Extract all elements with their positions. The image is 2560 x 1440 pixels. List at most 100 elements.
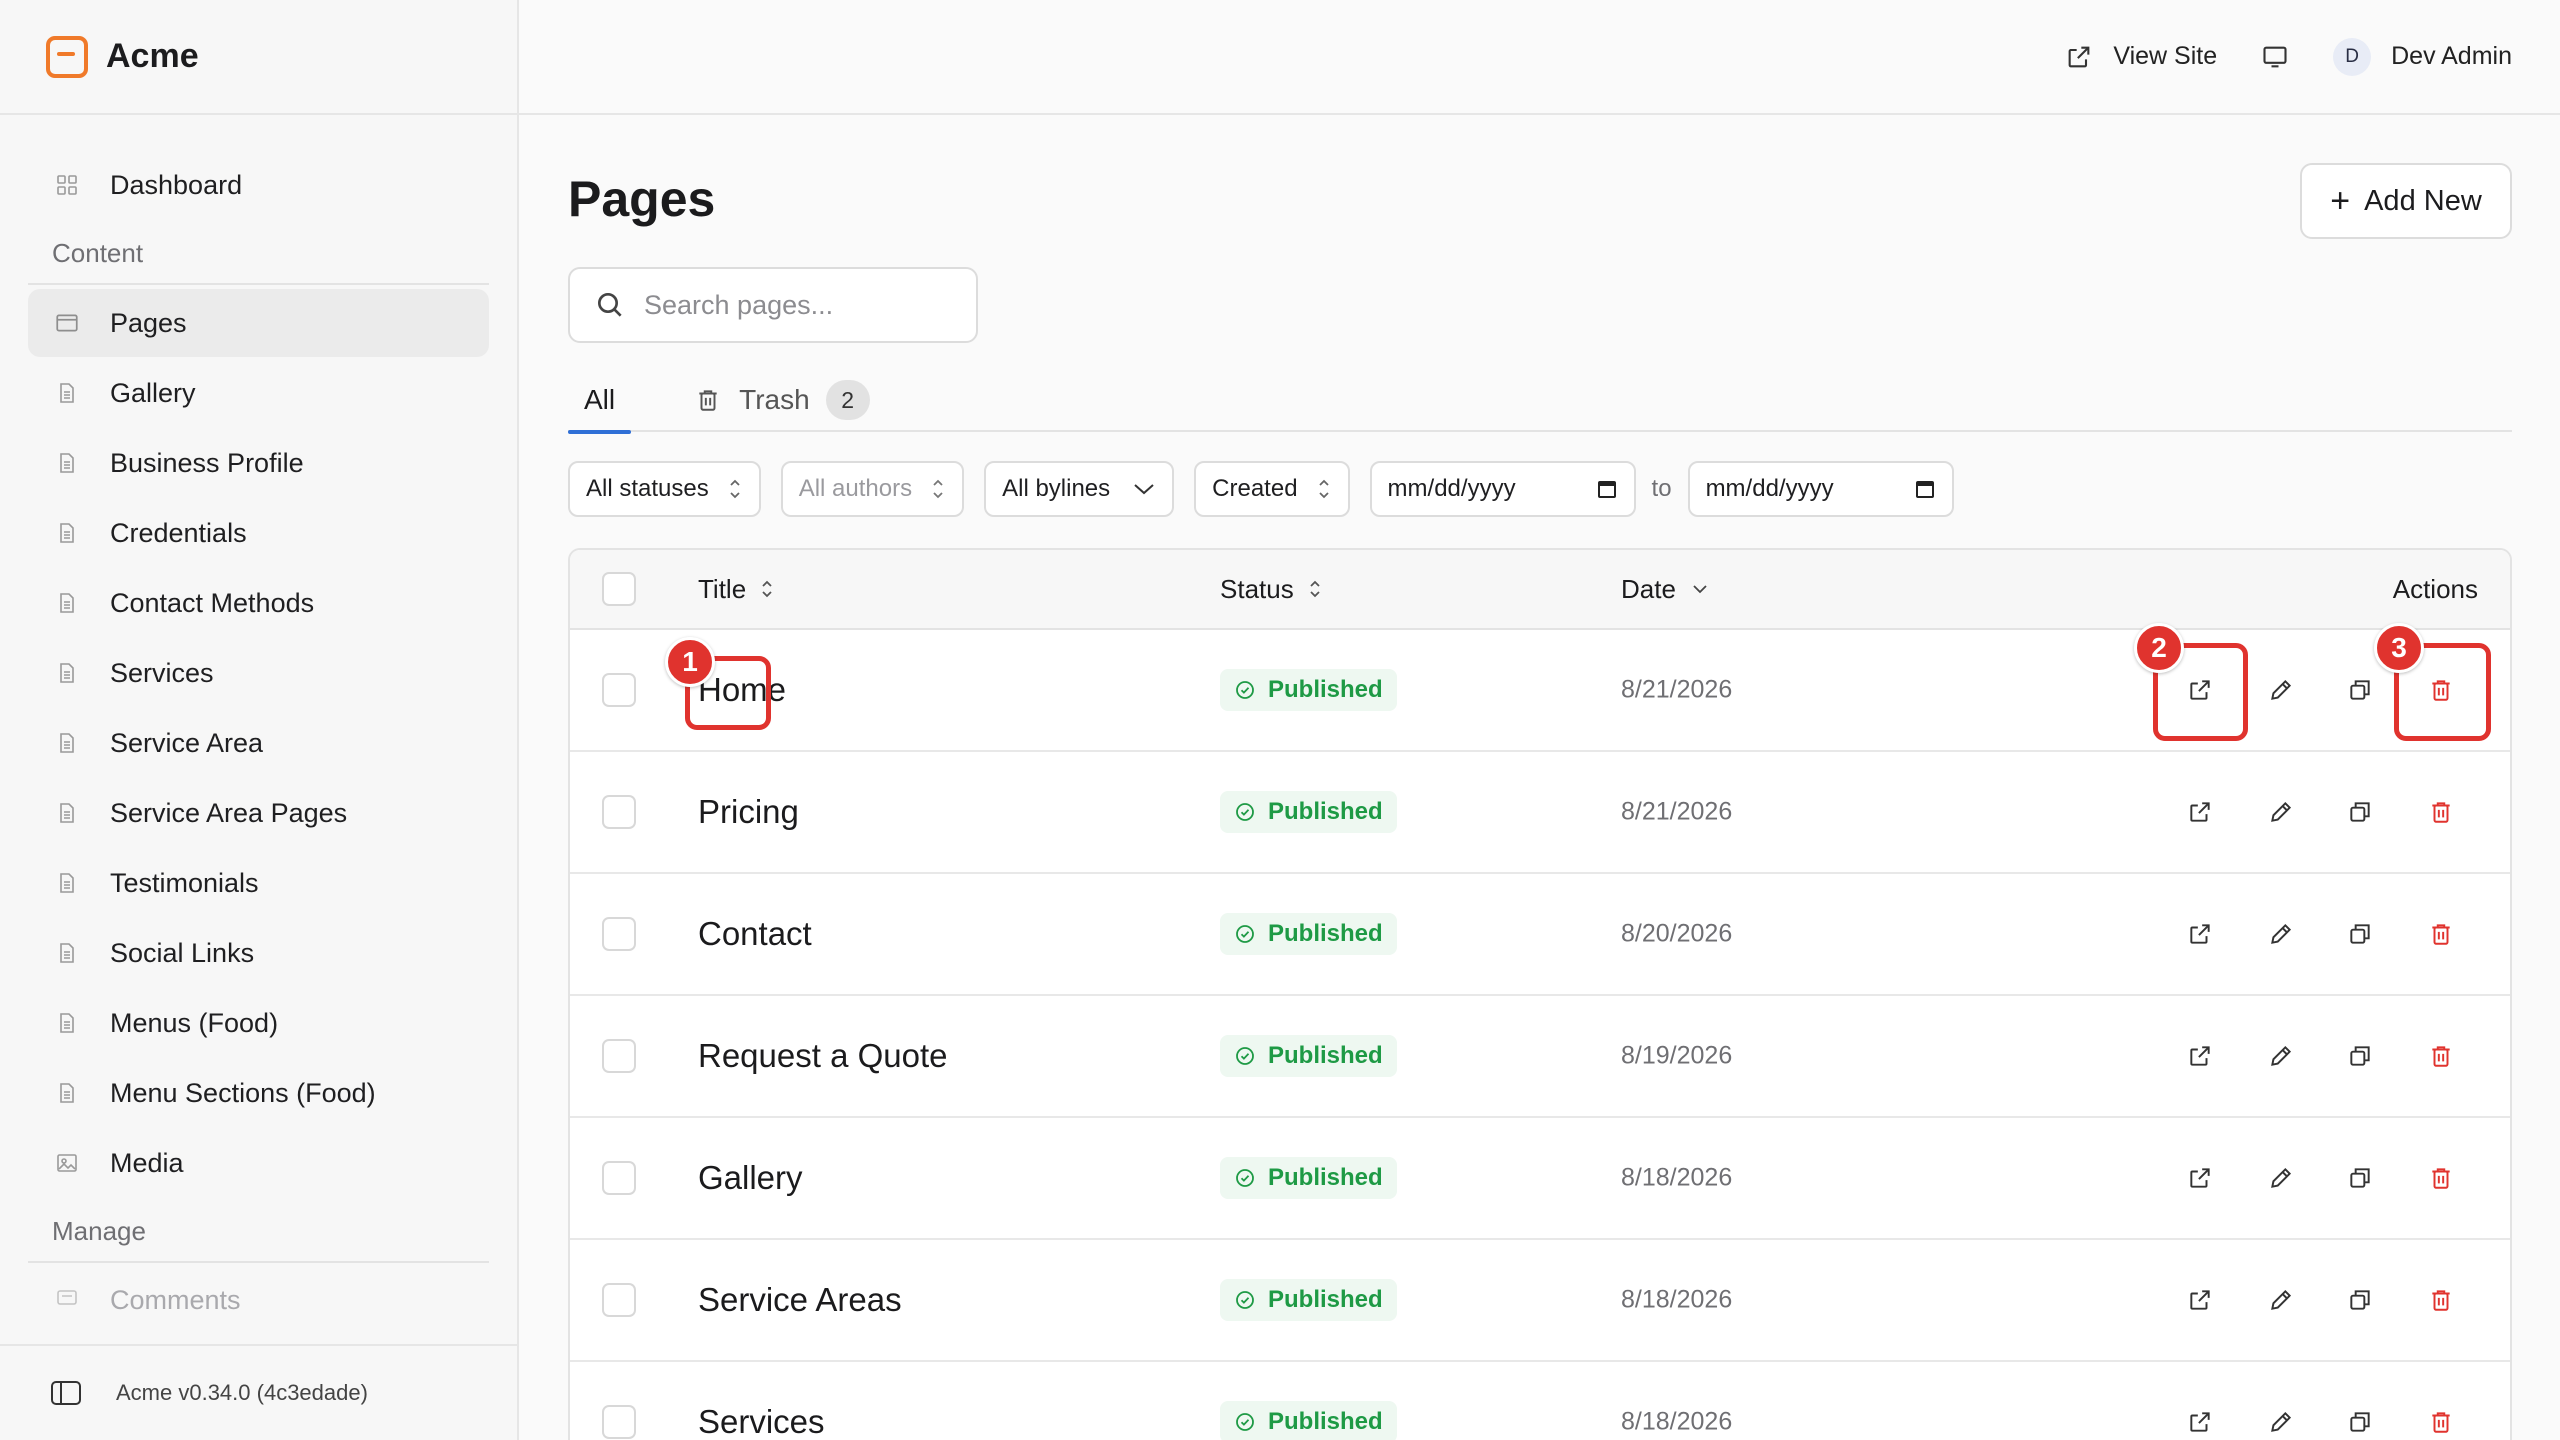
sort-filter[interactable]: Created [1194,461,1350,517]
delete-page-button[interactable] [2419,1400,2463,1440]
copy-icon [2347,1165,2373,1191]
sidebar-item-menus-food[interactable]: Menus (Food) [28,989,489,1057]
document-icon [54,870,80,896]
sidebar-item-service-area[interactable]: Service Area [28,709,489,777]
edit-page-button[interactable] [2259,1400,2303,1440]
calendar-icon[interactable] [1914,478,1936,500]
duplicate-page-button[interactable] [2338,912,2382,956]
delete-page-button[interactable] [2419,1278,2463,1322]
sidebar-toggle-icon[interactable] [50,1379,82,1407]
tab-all-label: All [584,384,616,415]
tab-trash-label: Trash [739,384,810,415]
document-icon [54,450,80,476]
sidebar-item-label: Menu Sections (Food) [110,1077,376,1108]
date-to-value: mm/dd/yyyy [1705,475,1834,502]
external-link-icon [2187,1287,2213,1313]
status-filter-value: All statuses [586,475,709,502]
duplicate-page-button[interactable] [2338,668,2382,712]
delete-page-button[interactable] [2419,1034,2463,1078]
row-title-link[interactable]: Gallery [698,1159,803,1197]
view-page-button[interactable] [2178,1034,2222,1078]
duplicate-page-button[interactable] [2338,1034,2382,1078]
sidebar-item-comments[interactable]: Comments [28,1267,489,1311]
search-input[interactable] [644,289,974,321]
annotation-marker-1: 1 [665,637,715,687]
select-all-checkbox[interactable] [602,572,636,606]
sidebar-item-testimonials[interactable]: Testimonials [28,849,489,917]
sidebar-item-gallery[interactable]: Gallery [28,359,489,427]
image-icon [54,1150,80,1176]
sidebar-item-pages[interactable]: Pages [28,289,489,357]
sidebar-item-dashboard[interactable]: Dashboard [28,151,489,219]
sidebar-item-menu-sections-food[interactable]: Menu Sections (Food) [28,1059,489,1127]
edit-page-button[interactable] [2259,1156,2303,1200]
row-title-link[interactable]: Services [698,1403,825,1440]
status-filter[interactable]: All statuses [568,461,761,517]
column-title-label: Title [698,573,747,604]
monitor-button[interactable] [2261,43,2289,71]
delete-page-button[interactable] [2419,1156,2463,1200]
sidebar-item-credentials[interactable]: Credentials [28,499,489,567]
add-new-button[interactable]: + Add New [2300,163,2512,239]
edit-page-button[interactable] [2259,912,2303,956]
view-page-button[interactable] [2178,912,2222,956]
row-checkbox[interactable] [602,795,636,829]
check-circle-icon [1236,803,1254,821]
view-page-button[interactable] [2178,1156,2222,1200]
duplicate-page-button[interactable] [2338,1156,2382,1200]
duplicate-page-button[interactable] [2338,1400,2382,1440]
row-date: 8/21/2026 [1621,675,1733,704]
view-page-button[interactable] [2178,1400,2222,1440]
row-checkbox[interactable] [602,1161,636,1195]
tab-trash[interactable]: Trash 2 [679,368,886,432]
edit-page-button[interactable] [2259,1034,2303,1078]
view-page-button[interactable] [2178,790,2222,834]
row-title-link[interactable]: Contact [698,915,812,953]
date-to-input[interactable]: mm/dd/yyyy [1687,461,1954,517]
row-title-link[interactable]: Service Areas [698,1281,902,1319]
view-page-button[interactable] [2178,1278,2222,1322]
date-from-input[interactable]: mm/dd/yyyy [1369,461,1636,517]
sidebar-item-label: Credentials [110,517,247,548]
duplicate-page-button[interactable] [2338,790,2382,834]
sort-filter-value: Created [1212,475,1298,502]
edit-page-button[interactable] [2259,790,2303,834]
status-label: Published [1268,1408,1383,1435]
row-checkbox[interactable] [602,1405,636,1439]
row-checkbox[interactable] [602,1039,636,1073]
sort-desc-icon [1693,585,1707,594]
view-site-link[interactable]: View Site [2065,42,2217,71]
sidebar-item-social-links[interactable]: Social Links [28,919,489,987]
row-title-link[interactable]: Pricing [698,793,799,831]
sidebar-item-services[interactable]: Services [28,639,489,707]
table-row: Service Areas Published 8/18/2026 [570,1240,2510,1362]
byline-filter-value: All bylines [1002,475,1111,502]
add-new-label: Add New [2364,184,2482,217]
byline-filter[interactable]: All bylines [984,461,1175,517]
sidebar-item-contact-methods[interactable]: Contact Methods [28,569,489,637]
delete-page-button[interactable] [2419,912,2463,956]
row-checkbox[interactable] [602,917,636,951]
column-status[interactable]: Status [1220,574,1322,605]
sidebar-item-service-area-pages[interactable]: Service Area Pages [28,779,489,847]
tab-all[interactable]: All [568,368,632,434]
column-title[interactable]: Title [698,574,774,605]
column-date[interactable]: Date [1621,574,1710,605]
row-checkbox[interactable] [602,1283,636,1317]
brand-name: Acme [106,37,199,75]
row-date: 8/18/2026 [1621,1407,1733,1436]
edit-page-button[interactable] [2259,1278,2303,1322]
external-link-icon [2187,799,2213,825]
delete-page-button[interactable] [2419,790,2463,834]
brand[interactable]: Acme [0,0,517,115]
author-filter[interactable]: All authors [780,461,965,517]
sidebar-item-business-profile[interactable]: Business Profile [28,429,489,497]
duplicate-page-button[interactable] [2338,1278,2382,1322]
row-title-link[interactable]: Request a Quote [698,1037,948,1075]
user-menu[interactable]: D Dev Admin [2333,37,2512,76]
table-row: Pricing Published 8/21/2026 [570,752,2510,874]
sidebar-item-media[interactable]: Media [28,1129,489,1197]
calendar-icon[interactable] [1596,478,1618,500]
row-checkbox[interactable] [602,673,636,707]
edit-page-button[interactable] [2259,668,2303,712]
